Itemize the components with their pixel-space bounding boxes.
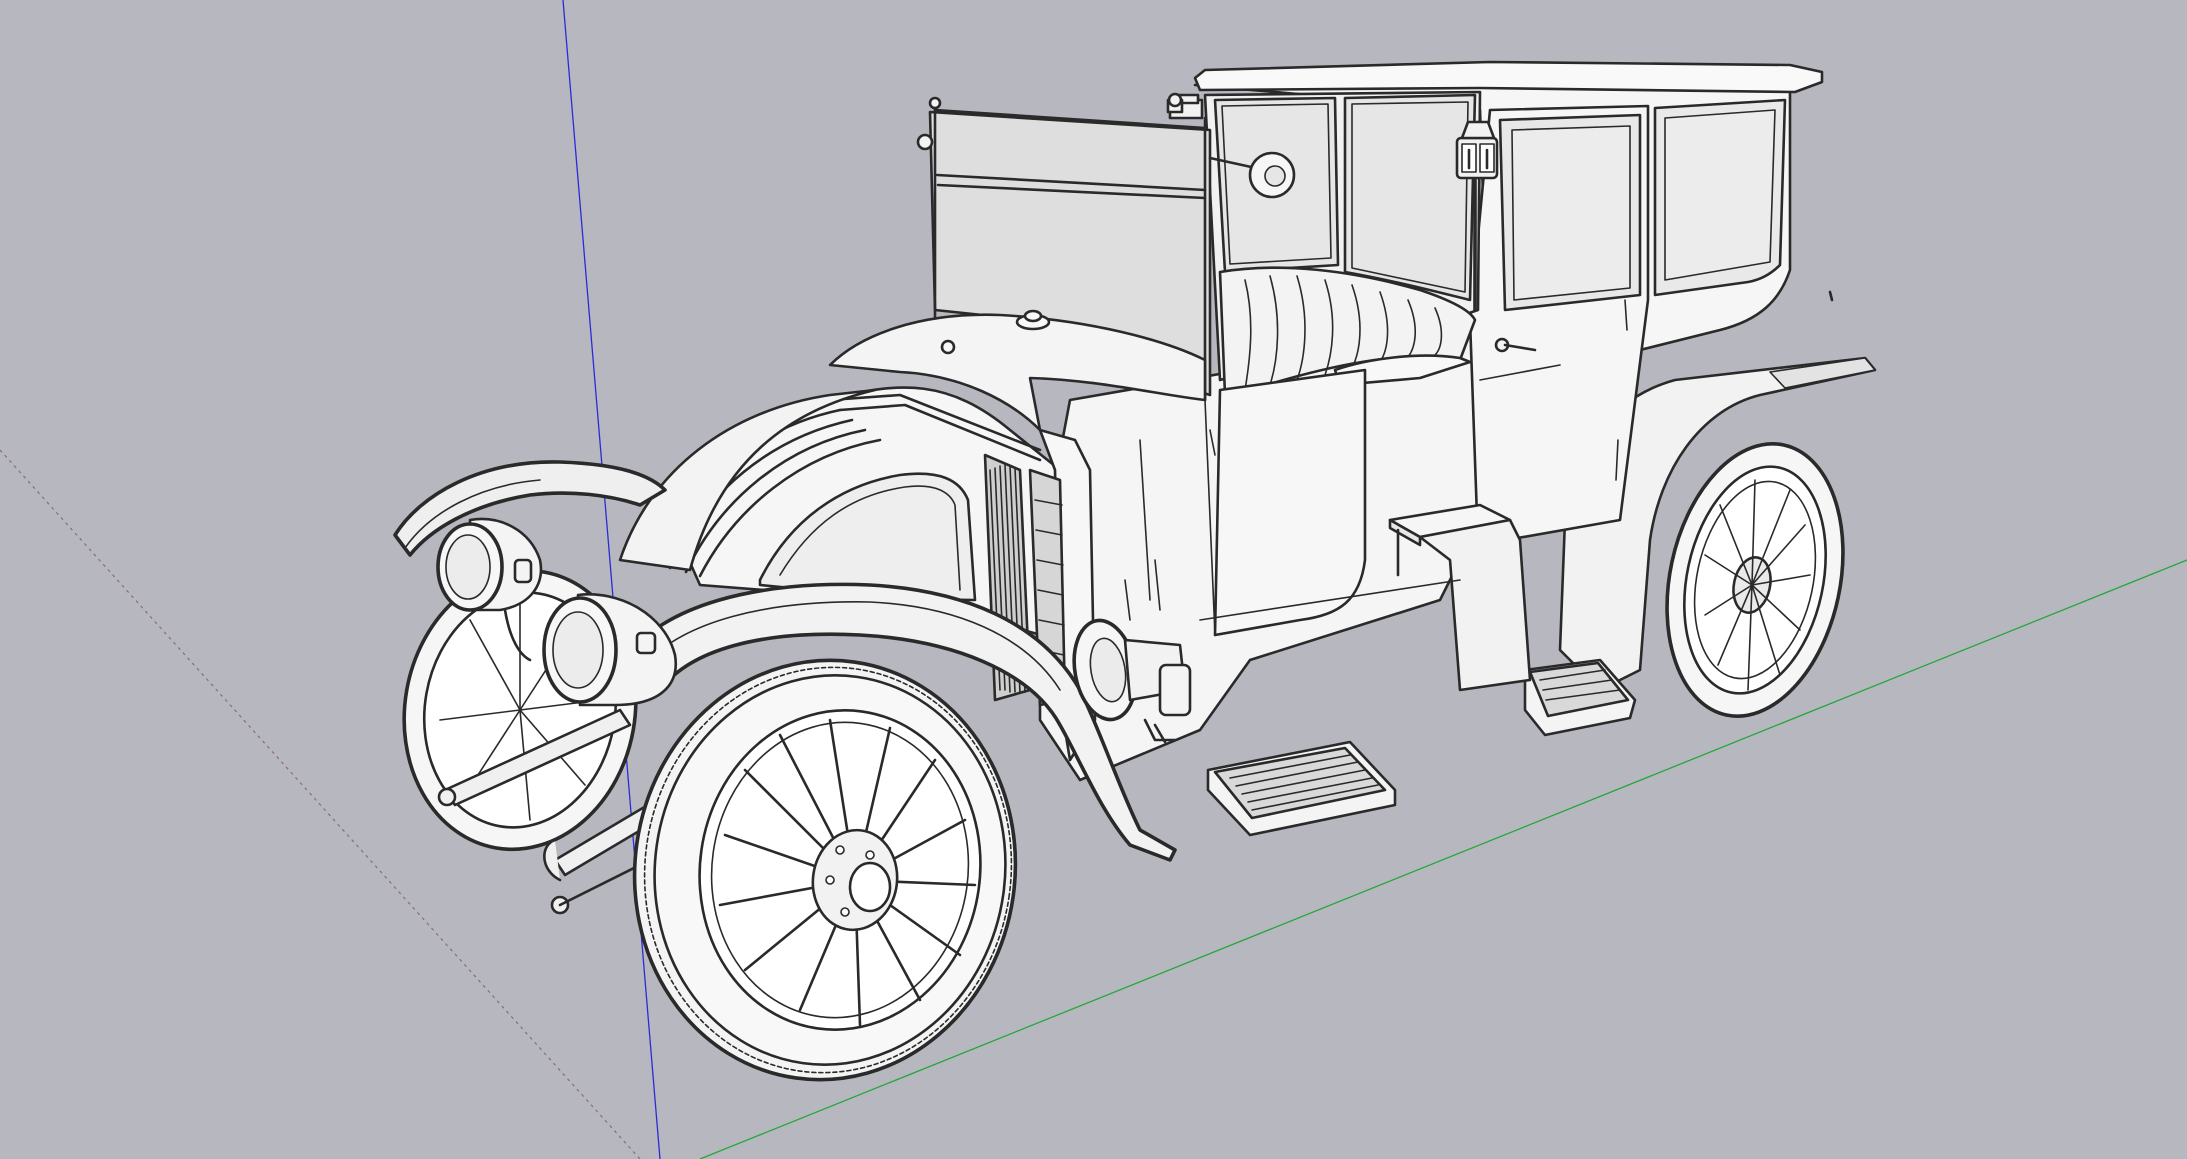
running-board-step-front (1206, 740, 1397, 837)
windscreen-knob (916, 133, 934, 151)
headlamp-near (542, 593, 678, 707)
cabin-roof (1193, 60, 1824, 94)
cabin-window-rear-inner (1664, 109, 1776, 281)
modeling-viewport[interactable] (0, 0, 2187, 1159)
fuel-cap-top (1023, 309, 1043, 323)
car-model[interactable] (382, 60, 1877, 1104)
blue-axis (562, 0, 661, 1159)
rear-wheel (1665, 442, 1845, 718)
roof-lamp-small (1166, 92, 1184, 114)
front-wheel-near (632, 658, 1018, 1082)
rear-marker (1828, 290, 1834, 302)
viewport-canvas[interactable] (0, 0, 2187, 1159)
cowl-knob (940, 339, 956, 355)
cabin-door-window-inner (1511, 125, 1631, 301)
partition-window-right (1343, 93, 1477, 302)
front-door-panel (1213, 368, 1367, 637)
windscreen-knob-top (928, 96, 942, 110)
